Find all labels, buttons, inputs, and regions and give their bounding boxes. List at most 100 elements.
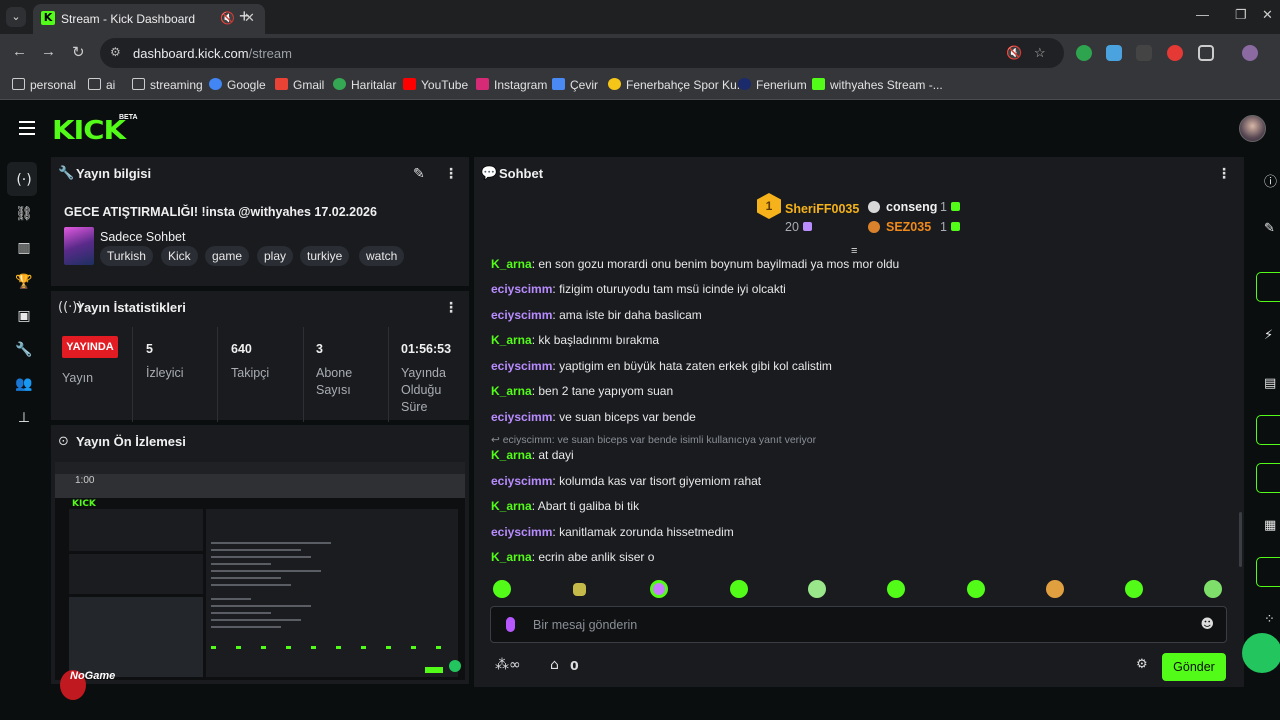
chat-username[interactable]: eciyscimm [491, 525, 552, 539]
chat-username[interactable]: eciyscimm [491, 410, 552, 424]
bookmark-streaming[interactable]: streaming [132, 78, 203, 92]
bookmark-youtube[interactable]: YouTube [403, 78, 468, 92]
bookmark-withyahes[interactable]: withyahes Stream -... [812, 78, 943, 92]
tag-kick[interactable]: Kick [161, 246, 198, 266]
kick-logo[interactable]: KICK [52, 115, 126, 146]
bookmark-star-icon[interactable]: ☆ [1034, 45, 1046, 61]
rail-toggle-tools[interactable] [1256, 557, 1280, 587]
gifter-1-name[interactable]: SheriFF0035 [785, 202, 859, 216]
muted-site-icon[interactable]: 🔇 [1006, 45, 1022, 61]
bookmark-fenerbahce[interactable]: Fenerbahçe Spor Ku... [608, 78, 747, 92]
more-options-icon[interactable]: ⋮ [1217, 166, 1231, 182]
forward-icon[interactable]: → [41, 43, 56, 60]
chat-username[interactable]: K_arna [491, 448, 532, 462]
extension-shield-icon[interactable] [1076, 45, 1092, 61]
extensions-puzzle-icon[interactable] [1198, 45, 1214, 61]
bookmark-fenerium[interactable]: Fenerium [738, 78, 807, 92]
creator-tools-icon[interactable]: ⊥ [15, 409, 33, 427]
chat-username[interactable]: eciyscimm [491, 359, 552, 373]
emote-icon[interactable] [650, 580, 668, 598]
gifter-3-name[interactable]: SEZ035 [886, 220, 931, 234]
stream-broadcast-icon[interactable]: (·) [15, 171, 33, 189]
tag-turkiye[interactable]: turkiye [300, 246, 350, 266]
chat-username[interactable]: K_arna [491, 384, 532, 398]
stream-preview-video[interactable]: 1:00 KICK [55, 462, 465, 680]
layout-icon[interactable]: ▦ [1264, 518, 1276, 533]
address-bar[interactable]: ⚙ dashboard.kick.com/stream 🔇 ☆ [100, 38, 1064, 68]
community-icon[interactable]: 👥 [15, 375, 33, 393]
tag-watch[interactable]: watch [359, 246, 405, 266]
emote-icon[interactable] [967, 580, 985, 598]
analytics-icon[interactable]: ▥ [15, 239, 33, 257]
emote-icon[interactable] [493, 580, 511, 598]
more-options-icon[interactable]: ⋮ [444, 166, 458, 182]
bookmark-translate[interactable]: Çevir [552, 78, 598, 92]
category-name[interactable]: Sadece Sohbet [100, 230, 186, 244]
chat-username[interactable]: K_arna [491, 333, 532, 347]
bookmark-google[interactable]: Google [209, 78, 266, 92]
bookmark-instagram[interactable]: Instagram [476, 78, 547, 92]
minimize-icon[interactable]: — [1196, 7, 1209, 22]
extension-record-icon[interactable] [1167, 45, 1183, 61]
tab-mute-icon[interactable]: 🔇 [220, 11, 235, 25]
chat-username[interactable]: eciyscimm [491, 474, 552, 488]
wrench-icon[interactable]: 🔧 [15, 341, 33, 359]
gifter-2-name[interactable]: conseng [886, 200, 937, 214]
browser-tab-active[interactable]: K Stream - Kick Dashboard 🔇 ✕ [33, 4, 265, 34]
reload-icon[interactable]: ↻ [72, 43, 85, 61]
close-window-icon[interactable]: ✕ [1262, 7, 1273, 23]
tag-turkish[interactable]: Turkish [100, 246, 153, 266]
store-icon[interactable]: ⌂ [550, 657, 559, 673]
bookmark-personal[interactable]: personal [12, 78, 76, 92]
emote-icon[interactable] [1046, 580, 1064, 598]
bookmark-gmail[interactable]: Gmail [275, 78, 324, 92]
user-avatar[interactable] [1239, 115, 1266, 142]
chat-scrollbar[interactable] [1239, 512, 1242, 567]
support-headset-icon[interactable] [1242, 633, 1280, 673]
channel-points-icon[interactable]: ⁂∞ [495, 657, 521, 673]
extension-translate-icon[interactable] [1106, 45, 1122, 61]
video-library-icon[interactable]: ▣ [15, 307, 33, 325]
pinned-expand-icon[interactable]: ≡ [851, 245, 857, 257]
chat-settings-icon[interactable]: ⚙ [1136, 657, 1148, 672]
tag-play[interactable]: play [257, 246, 294, 266]
emote-icon[interactable] [1125, 580, 1143, 598]
maximize-icon[interactable]: ❐ [1235, 7, 1247, 23]
profile-avatar-icon[interactable] [1242, 45, 1258, 61]
site-info-icon[interactable]: ⚙ [110, 45, 121, 59]
rail-toggle-camera[interactable] [1256, 272, 1280, 302]
chat-username[interactable]: eciyscimm [491, 308, 552, 322]
link-icon[interactable]: ⛓ [15, 205, 33, 223]
emoji-picker-icon[interactable]: ☻ [1200, 617, 1214, 632]
info-icon[interactable]: ⓘ [1264, 171, 1277, 190]
emote-icon[interactable] [730, 580, 748, 598]
lightning-icon[interactable]: ⚡ [1264, 328, 1273, 343]
rail-toggle-chat[interactable] [1256, 415, 1280, 445]
chat-username[interactable]: K_arna [491, 499, 532, 513]
tab-search-icon[interactable]: ⌄ [6, 7, 26, 27]
bookmark-ai[interactable]: ai [88, 78, 115, 92]
more-options-icon[interactable]: ⋮ [444, 300, 458, 316]
bookmark-maps[interactable]: Haritalar [333, 78, 396, 92]
users-icon[interactable]: ⁘ [1264, 612, 1275, 627]
send-button[interactable]: Gönder [1162, 653, 1226, 681]
document-icon[interactable]: ▤ [1264, 376, 1276, 391]
chat-message-input[interactable]: Bir mesaj gönderin ☻ [490, 606, 1227, 643]
emote-icon[interactable] [887, 580, 905, 598]
microphone-icon[interactable] [506, 617, 515, 632]
edit-icon[interactable]: ✎ [1264, 221, 1275, 236]
extension-hat-icon[interactable] [1136, 45, 1152, 61]
chat-username[interactable]: K_arna [491, 257, 532, 271]
emote-icon[interactable] [1204, 580, 1222, 598]
edit-pencil-icon[interactable]: ✎ [413, 166, 425, 182]
chat-username[interactable]: eciyscimm [491, 282, 552, 296]
new-tab-icon[interactable]: + [239, 6, 250, 27]
emote-icon[interactable] [808, 580, 826, 598]
tag-game[interactable]: game [205, 246, 250, 266]
menu-icon[interactable] [19, 121, 35, 135]
rail-toggle-broadcast[interactable] [1256, 463, 1280, 493]
chat-username[interactable]: K_arna [491, 550, 532, 564]
trophy-icon[interactable]: 🏆 [15, 273, 33, 291]
back-icon[interactable]: ← [12, 43, 27, 60]
emote-icon[interactable] [573, 583, 586, 596]
